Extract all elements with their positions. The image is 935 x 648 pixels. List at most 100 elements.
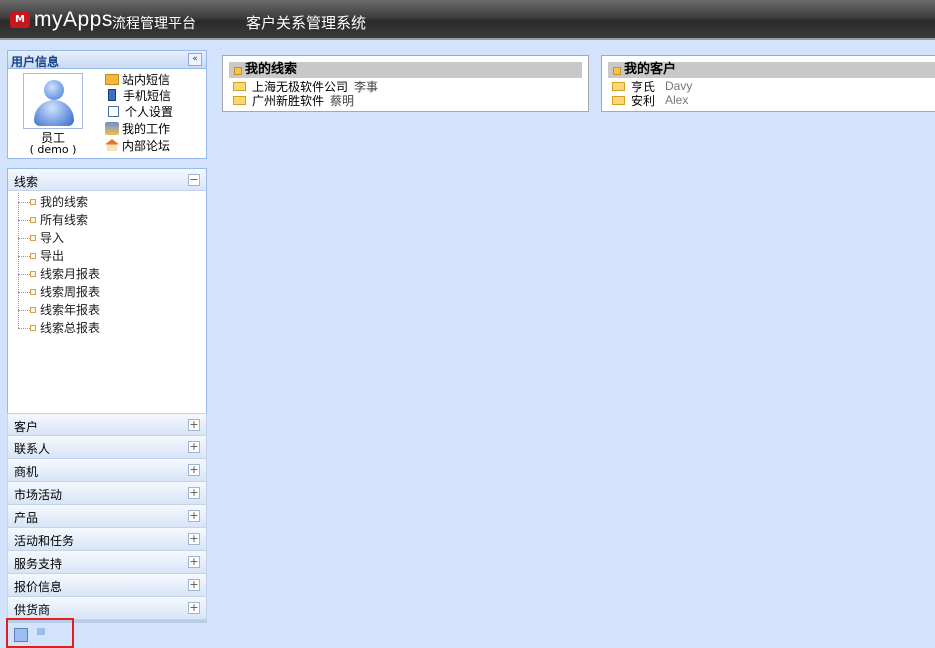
tree-item-import[interactable]: 导入 [18, 229, 206, 247]
expand-icon[interactable]: + [188, 602, 200, 614]
lead-module-title: 线索 [14, 175, 39, 189]
lead-row[interactable]: 广州新胜软件 蔡明 [233, 93, 355, 108]
link-my-work[interactable]: 我的工作 [105, 120, 170, 136]
customer-name: 安利 [631, 93, 656, 108]
module-label: 商机 [14, 465, 39, 479]
top-header: M myApps 流程管理平台 客户关系管理系统 [0, 0, 935, 40]
tree-item-monthly-report[interactable]: 线索月报表 [18, 265, 206, 283]
tree-item-label: 我的线索 [40, 195, 89, 209]
customer-english-name: Alex [665, 93, 689, 107]
tree-item-label: 线索总报表 [40, 321, 101, 335]
expand-icon[interactable]: + [188, 510, 200, 522]
module-accordion: 客户 + 联系人 + 商机 + 市场活动 + 产品 + 活动和任务 + 服务支持 + 报价信息… [7, 413, 207, 620]
customer-row[interactable]: 安利 Alex [612, 93, 689, 108]
tree-item-label: 线索月报表 [40, 267, 101, 281]
module-label: 市场活动 [14, 488, 63, 502]
collapse-sidebar-button[interactable]: « [188, 53, 202, 66]
link-label: 我的工作 [122, 121, 171, 136]
node-icon [30, 253, 36, 259]
mail-icon [612, 81, 625, 91]
module-label: 产品 [14, 511, 39, 525]
expand-icon[interactable]: + [188, 487, 200, 499]
user-info-panel: 用户信息 « 员工 ( demo ) 站内短信 手机短信 个人设置 我的工作 内… [7, 50, 207, 159]
mail-icon [233, 95, 246, 105]
tree-item-label: 线索年报表 [40, 303, 101, 317]
avatar-body-icon [34, 100, 74, 126]
tree-item-label: 导入 [40, 231, 65, 245]
tree-item-yearly-report[interactable]: 线索年报表 [18, 301, 206, 319]
logo-icon: M [10, 12, 30, 28]
node-icon [30, 199, 36, 205]
portlet-my-leads: 我的线索 上海无极软件公司 李事 广州新胜软件 蔡明 [222, 55, 589, 112]
node-icon [30, 289, 36, 295]
module-label: 报价信息 [14, 580, 63, 594]
lead-module-panel: 线索 − 我的线索 所有线索 导入 导出 线索月报表 线索周报表 线索年报表 线… [7, 168, 207, 415]
module-activities-tasks[interactable]: 活动和任务 + [7, 528, 207, 551]
mail-icon [612, 95, 625, 105]
node-icon [30, 271, 36, 277]
footer-toolbar [6, 618, 74, 648]
module-opportunities[interactable]: 商机 + [7, 459, 207, 482]
avatar [23, 73, 83, 129]
tree-item-summary-report[interactable]: 线索总报表 [18, 319, 206, 337]
expand-icon[interactable]: + [188, 556, 200, 568]
link-sms[interactable]: 手机短信 [105, 87, 171, 103]
mail-icon [233, 81, 246, 91]
link-label: 个人设置 [125, 104, 174, 119]
module-customers[interactable]: 客户 + [7, 413, 207, 436]
portlet-header: 我的线索 [229, 62, 582, 78]
tree-item-label: 导出 [40, 249, 65, 263]
module-service-support[interactable]: 服务支持 + [7, 551, 207, 574]
portlet-title: 我的客户 [624, 62, 677, 77]
link-forum[interactable]: 内部论坛 [105, 137, 170, 153]
tree-item-all-leads[interactable]: 所有线索 [18, 211, 206, 229]
mail-icon [105, 73, 119, 85]
node-icon [30, 235, 36, 241]
expand-icon[interactable]: + [188, 579, 200, 591]
portlet-title: 我的线索 [245, 62, 298, 77]
small-square-icon[interactable] [37, 628, 45, 635]
logo-text: myApps [34, 8, 113, 31]
tree-item-weekly-report[interactable]: 线索周报表 [18, 283, 206, 301]
module-label: 服务支持 [14, 557, 63, 571]
module-label: 活动和任务 [14, 534, 75, 548]
user-info-title: 用户信息 [11, 55, 60, 69]
module-marketing[interactable]: 市场活动 + [7, 482, 207, 505]
tree-item-export[interactable]: 导出 [18, 247, 206, 265]
expand-icon[interactable]: + [188, 464, 200, 476]
tree-item-label: 线索周报表 [40, 285, 101, 299]
briefcase-icon [105, 121, 119, 135]
node-icon [30, 307, 36, 313]
customer-english-name: Davy [665, 79, 693, 93]
collapse-icon[interactable]: − [188, 174, 200, 186]
layout-icon[interactable] [14, 628, 28, 642]
lead-module-header[interactable]: 线索 − [8, 169, 206, 191]
edit-icon [108, 105, 119, 117]
module-quotes[interactable]: 报价信息 + [7, 574, 207, 597]
expand-icon[interactable]: + [188, 533, 200, 545]
user-info-header: 用户信息 « [8, 51, 206, 69]
logo-subtitle: 流程管理平台 [112, 16, 196, 32]
folder-icon [234, 67, 242, 75]
link-personal-settings[interactable]: 个人设置 [105, 103, 173, 119]
module-products[interactable]: 产品 + [7, 505, 207, 528]
module-suppliers[interactable]: 供货商 + [7, 597, 207, 620]
folder-icon [613, 67, 621, 75]
module-label: 客户 [14, 420, 39, 434]
portlet-my-customers: 我的客户 亨氏 Davy 安利 Alex [601, 55, 935, 112]
lead-person: 蔡明 [330, 93, 355, 108]
expand-icon[interactable]: + [188, 419, 200, 431]
link-label: 站内短信 [122, 72, 171, 87]
module-contacts[interactable]: 联系人 + [7, 436, 207, 459]
expand-icon[interactable]: + [188, 441, 200, 453]
link-label: 内部论坛 [122, 138, 171, 153]
node-icon [30, 325, 36, 331]
home-icon [105, 139, 119, 151]
module-label: 供货商 [14, 603, 51, 617]
user-login: ( demo ) [29, 143, 77, 156]
link-site-messages[interactable]: 站内短信 [105, 71, 170, 87]
tree-item-my-leads[interactable]: 我的线索 [18, 193, 206, 211]
avatar-head-icon [44, 80, 64, 100]
lead-company: 广州新胜软件 [252, 93, 325, 108]
phone-icon [108, 89, 116, 101]
